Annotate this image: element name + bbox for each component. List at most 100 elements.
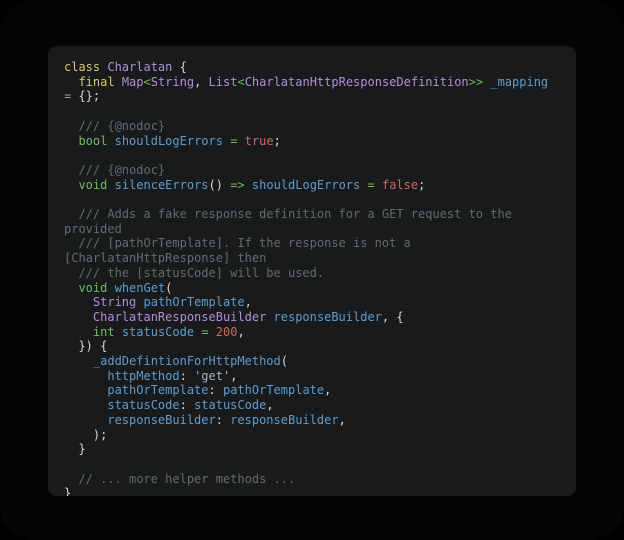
code-token: { (172, 60, 187, 74)
code-line: pathOrTemplate: pathOrTemplate, (64, 383, 560, 398)
code-token: /// Adds a fake response definition for … (64, 206, 520, 236)
code-token: Charlatan (107, 60, 173, 74)
page-surface: class Charlatan { final Map<String, List… (0, 0, 624, 540)
code-token: shouldLogErrors (251, 177, 361, 192)
code-token: class (64, 60, 101, 74)
code-line: /// Adds a fake response definition for … (64, 207, 560, 236)
code-line: ​ (64, 104, 560, 119)
code-line: }) { (64, 339, 560, 354)
code-token: CharlatanResponseBuilder (92, 309, 267, 324)
code-token: ; (418, 177, 426, 192)
code-token: /// {@nodoc} (64, 118, 166, 133)
code-block[interactable]: class Charlatan { final Map<String, List… (64, 60, 560, 496)
code-token: } (64, 442, 86, 457)
code-line: ​ (64, 457, 560, 472)
code-token: httpMethod (107, 368, 180, 383)
code-token: , (324, 383, 332, 398)
code-token: 'get' (194, 368, 231, 383)
code-token: _mapping (490, 74, 549, 89)
code-token: silenceErrors (114, 177, 209, 192)
code-line: responseBuilder: responseBuilder, (64, 413, 560, 428)
code-token: /// [pathOrTemplate]. If the response is… (64, 236, 419, 266)
code-token: 200 (215, 324, 238, 339)
code-line: final Map<String, List<CharlatanHttpResp… (64, 75, 560, 104)
code-line: void silenceErrors() => shouldLogErrors … (64, 178, 560, 193)
code-token: _addDefintionForHttpMethod (92, 354, 281, 369)
code-token: = (367, 177, 375, 192)
code-token: pathOrTemplate (107, 383, 209, 398)
code-token: /// {@nodoc} (64, 162, 166, 177)
code-token: : (208, 383, 223, 398)
code-token: statusCode (121, 324, 195, 339)
code-token: final (78, 74, 115, 89)
code-token: String (92, 295, 137, 310)
code-token: false (381, 177, 419, 192)
code-token: true (244, 133, 274, 148)
code-line: void whenGet( (64, 281, 560, 296)
code-token: responseBuilder (230, 412, 339, 427)
code-token: >> (468, 74, 484, 89)
code-token: whenGet (114, 280, 166, 295)
code-token: ( (165, 280, 173, 295)
code-token: statusCode (194, 398, 267, 413)
code-token: , (266, 398, 274, 413)
code-token: } (64, 486, 72, 496)
code-token: responseBuilder (107, 412, 216, 427)
code-token: , (194, 74, 209, 89)
code-token: statusCode (107, 398, 180, 413)
code-token: , (237, 324, 245, 339)
code-token: , (230, 368, 238, 383)
code-line: ​ (64, 192, 560, 207)
code-token: List (208, 74, 238, 89)
code-line: ​ (64, 148, 560, 163)
code-token: /// the [statusCode] will be used. (64, 265, 325, 280)
code-token: : (215, 412, 231, 427)
code-line: statusCode: statusCode, (64, 398, 560, 413)
code-line: // ... more helper methods ... (64, 472, 560, 487)
code-token: Map (121, 74, 144, 89)
code-token: }) { (64, 339, 108, 354)
code-line: bool shouldLogErrors = true; (64, 134, 560, 149)
code-token: pathOrTemplate (222, 383, 325, 398)
code-token: pathOrTemplate (143, 295, 245, 310)
code-token: < (237, 74, 245, 89)
code-line: } (64, 442, 560, 457)
code-token: : (179, 368, 195, 383)
code-token: , (244, 295, 252, 310)
code-token: int (92, 324, 115, 339)
code-token: {}; (71, 89, 101, 104)
code-token: void (78, 177, 108, 192)
code-token: ( (280, 354, 288, 369)
code-token: < (143, 74, 151, 89)
code-token: () (208, 177, 223, 192)
code-line: } (64, 486, 560, 496)
code-token: ); (64, 427, 108, 442)
code-token: ; (273, 133, 281, 148)
code-line: int statusCode = 200, (64, 325, 560, 340)
code-token: => (230, 177, 245, 192)
code-snippet-card: class Charlatan { final Map<String, List… (48, 46, 576, 496)
code-line: /// {@nodoc} (64, 163, 560, 178)
code-line: _addDefintionForHttpMethod( (64, 354, 560, 369)
code-line: /// [pathOrTemplate]. If the response is… (64, 236, 560, 265)
code-line: /// the [statusCode] will be used. (64, 266, 560, 281)
